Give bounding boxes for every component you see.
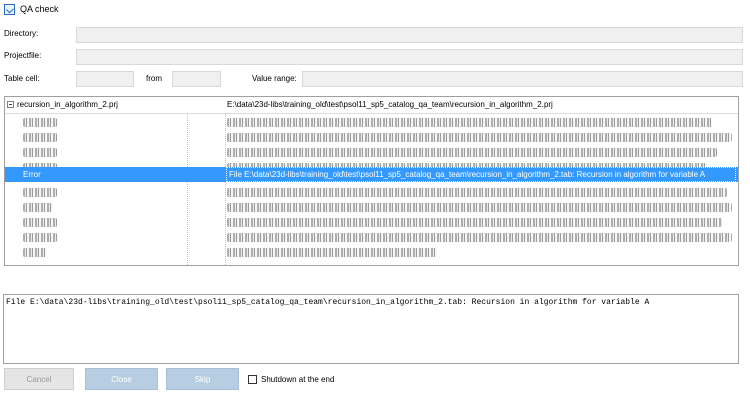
- redacted-text: [23, 218, 57, 227]
- tree-row[interactable]: [5, 145, 738, 160]
- results-tree[interactable]: recursion_in_algorithm_2.prj E:\data\23d…: [4, 96, 739, 266]
- skip-button[interactable]: Skip: [166, 368, 239, 390]
- value-range-label: Value range:: [252, 74, 297, 83]
- redacted-text: [227, 233, 732, 242]
- row-type: Error: [23, 170, 41, 179]
- redacted-text: [227, 218, 722, 227]
- tree-row[interactable]: [5, 130, 738, 145]
- collapse-icon[interactable]: [7, 101, 14, 108]
- shutdown-label: Shutdown at the end: [261, 375, 335, 384]
- redacted-text: [227, 188, 727, 197]
- window-title: QA check: [20, 4, 59, 14]
- redacted-text: [227, 248, 437, 257]
- from-field[interactable]: [172, 71, 221, 87]
- redacted-text: [23, 188, 57, 197]
- directory-field[interactable]: [76, 27, 743, 43]
- tree-row[interactable]: [5, 200, 738, 215]
- value-range-field[interactable]: [302, 71, 743, 87]
- from-label: from: [146, 74, 162, 83]
- details-text[interactable]: File E:\data\23d-libs\training_old\test\…: [3, 294, 739, 364]
- root-path: E:\data\23d-libs\training_old\test\psol1…: [227, 100, 553, 109]
- close-button[interactable]: Close: [85, 368, 158, 390]
- directory-label: Directory:: [4, 29, 39, 38]
- focus-outline: [226, 167, 736, 182]
- shutdown-checkbox[interactable]: [248, 375, 257, 384]
- projectfile-field[interactable]: [76, 49, 743, 65]
- redacted-text: [227, 148, 717, 157]
- redacted-text: [23, 248, 47, 257]
- title-bar: QA check: [0, 0, 750, 20]
- tree-row-selected[interactable]: Error File E:\data\23d-libs\training_old…: [5, 167, 738, 182]
- redacted-text: [23, 203, 53, 212]
- table-cell-field[interactable]: [76, 71, 134, 87]
- redacted-text: [227, 133, 732, 142]
- redacted-text: [23, 148, 57, 157]
- root-name: recursion_in_algorithm_2.prj: [17, 100, 118, 109]
- cancel-button[interactable]: Cancel: [4, 368, 74, 390]
- projectfile-label: Projectfile:: [4, 51, 42, 60]
- table-cell-label: Table cell:: [4, 74, 40, 83]
- redacted-text: [227, 118, 712, 127]
- tree-row[interactable]: [5, 245, 738, 260]
- redacted-text: [23, 233, 57, 242]
- tree-root-row[interactable]: recursion_in_algorithm_2.prj E:\data\23d…: [5, 97, 738, 114]
- tree-row[interactable]: [5, 115, 738, 130]
- tree-row[interactable]: [5, 215, 738, 230]
- redacted-text: [23, 118, 57, 127]
- tree-row[interactable]: [5, 185, 738, 200]
- redacted-text: [227, 203, 732, 212]
- tree-row[interactable]: [5, 230, 738, 245]
- redacted-text: [23, 133, 57, 142]
- qa-check-icon: [4, 4, 15, 15]
